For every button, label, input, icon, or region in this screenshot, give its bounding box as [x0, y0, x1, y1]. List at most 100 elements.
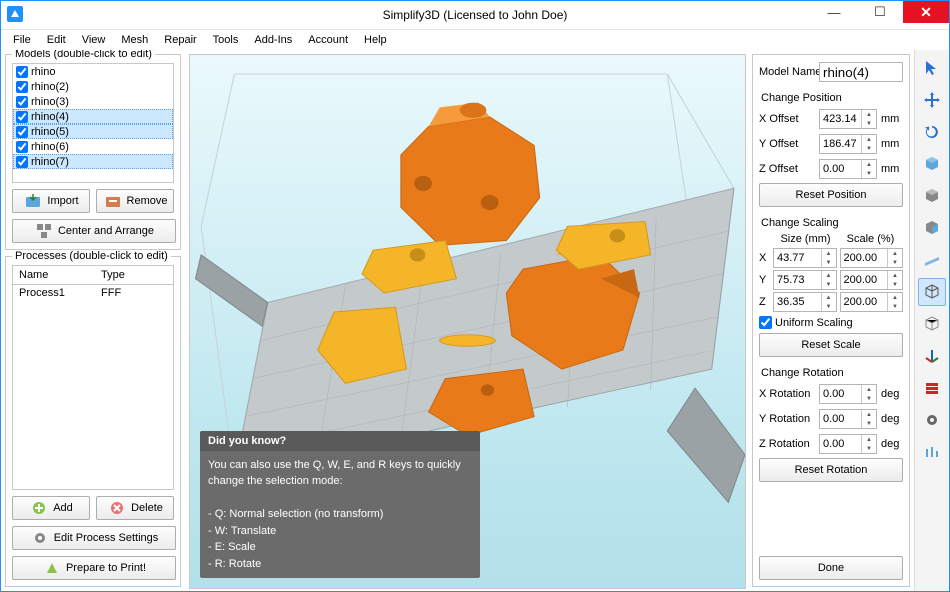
size-y-input[interactable]: ▲▼ [773, 270, 837, 290]
model-item[interactable]: rhino(2) [13, 79, 173, 94]
tip-intro: You can also use the Q, W, E, and R keys… [208, 457, 472, 490]
menu-addins[interactable]: Add-Ins [248, 32, 298, 48]
tool-view-face[interactable] [918, 214, 946, 242]
tool-view-shaded[interactable] [918, 182, 946, 210]
reset-scale-button[interactable]: Reset Scale [759, 333, 903, 357]
maximize-button[interactable]: ☐ [857, 1, 903, 23]
table-header: Name Type [13, 266, 173, 285]
size-z-input[interactable]: ▲▼ [773, 292, 837, 312]
col-type: Type [95, 269, 131, 281]
model-checkbox[interactable] [16, 126, 28, 138]
cursor-icon [923, 59, 941, 77]
model-item[interactable]: rhino [13, 64, 173, 79]
tool-axis[interactable] [918, 342, 946, 370]
axis-x-label: X [759, 252, 770, 264]
reset-position-button[interactable]: Reset Position [759, 183, 903, 207]
model-item[interactable]: rhino(6) [13, 139, 173, 154]
menu-help[interactable]: Help [358, 32, 393, 48]
supports-icon [923, 443, 941, 461]
menu-view[interactable]: View [76, 32, 112, 48]
x-rotation-input[interactable]: ▲▼ [819, 384, 877, 404]
tool-select[interactable] [918, 54, 946, 82]
uniform-scaling-checkbox[interactable] [759, 316, 772, 329]
cube-shaded-icon [923, 187, 941, 205]
menu-tools[interactable]: Tools [207, 32, 245, 48]
model-name: rhino(3) [31, 96, 69, 108]
cell-type: FFF [95, 287, 127, 299]
model-checkbox[interactable] [16, 111, 28, 123]
model-name-label: Model Name: [759, 66, 815, 78]
tool-rotate[interactable] [918, 118, 946, 146]
tool-layers[interactable] [918, 374, 946, 402]
cell-name: Process1 [13, 287, 95, 299]
model-name: rhino(6) [31, 141, 69, 153]
layers-icon [923, 379, 941, 397]
model-item[interactable]: rhino(7) [13, 154, 173, 169]
x-offset-input[interactable]: ▲▼ [819, 109, 877, 129]
minimize-button[interactable]: — [811, 1, 857, 23]
delete-process-button[interactable]: Delete [96, 496, 174, 520]
tip-line: - W: Translate [208, 523, 472, 540]
tool-move[interactable] [918, 86, 946, 114]
rotation-section-label: Change Rotation [761, 367, 903, 379]
models-list[interactable]: rhino rhino(2) rhino(3) rhino(4) rhino(5… [12, 63, 174, 183]
processes-table[interactable]: Name Type Process1 FFF [12, 265, 174, 490]
menu-mesh[interactable]: Mesh [115, 32, 154, 48]
done-button[interactable]: Done [759, 556, 903, 580]
model-checkbox[interactable] [16, 141, 28, 153]
prepare-to-print-button[interactable]: Prepare to Print! [12, 556, 176, 580]
col-name: Name [13, 269, 95, 281]
import-button[interactable]: Import [12, 189, 90, 213]
add-process-button[interactable]: Add [12, 496, 90, 520]
size-header: Size (mm) [773, 233, 838, 245]
tool-view-iso[interactable] [918, 310, 946, 338]
size-x-input[interactable]: ▲▼ [773, 248, 837, 268]
tool-view-solid[interactable] [918, 150, 946, 178]
y-offset-input[interactable]: ▲▼ [819, 134, 877, 154]
model-name: rhino(5) [31, 126, 69, 138]
menu-repair[interactable]: Repair [158, 32, 202, 48]
arrange-icon [34, 221, 54, 241]
z-rotation-input[interactable]: ▲▼ [819, 434, 877, 454]
tool-settings[interactable] [918, 406, 946, 434]
model-item[interactable]: rhino(3) [13, 94, 173, 109]
scale-x-input[interactable]: ▲▼ [840, 248, 904, 268]
axis-y-label: Y [759, 274, 770, 286]
model-name-input[interactable] [819, 62, 903, 82]
tool-view-wireframe[interactable] [918, 278, 946, 306]
model-checkbox[interactable] [16, 81, 28, 93]
cube-iso-icon [923, 315, 941, 333]
model-item[interactable]: rhino(4) [13, 109, 173, 124]
model-checkbox[interactable] [16, 156, 28, 168]
x-rotation-label: X Rotation [759, 388, 815, 400]
close-button[interactable]: ✕ [903, 1, 949, 23]
scale-y-input[interactable]: ▲▼ [840, 270, 904, 290]
processes-panel: Processes (double-click to edit) Name Ty… [5, 256, 181, 587]
tool-supports[interactable] [918, 438, 946, 466]
move-icon [923, 91, 941, 109]
y-rotation-input[interactable]: ▲▼ [819, 409, 877, 429]
model-name: rhino(4) [31, 111, 69, 123]
reset-rotation-button[interactable]: Reset Rotation [759, 458, 903, 482]
y-rotation-label: Y Rotation [759, 413, 815, 425]
menu-account[interactable]: Account [302, 32, 354, 48]
3d-viewport[interactable]: Did you know? You can also use the Q, W,… [189, 54, 746, 589]
edit-process-settings-button[interactable]: Edit Process Settings [12, 526, 176, 550]
menu-file[interactable]: File [7, 32, 37, 48]
model-checkbox[interactable] [16, 96, 28, 108]
remove-button[interactable]: Remove [96, 189, 174, 213]
tip-line: - E: Scale [208, 539, 472, 556]
print-icon [42, 558, 62, 578]
menu-bar: File Edit View Mesh Repair Tools Add-Ins… [1, 30, 949, 50]
cube-face-icon [923, 219, 941, 237]
center-arrange-button[interactable]: Center and Arrange [12, 219, 176, 243]
model-checkbox[interactable] [16, 66, 28, 78]
menu-edit[interactable]: Edit [41, 32, 72, 48]
scale-z-input[interactable]: ▲▼ [840, 292, 904, 312]
table-row[interactable]: Process1 FFF [13, 285, 173, 301]
z-offset-label: Z Offset [759, 163, 815, 175]
z-offset-input[interactable]: ▲▼ [819, 159, 877, 179]
tool-plane[interactable] [918, 246, 946, 274]
rotate-icon [923, 123, 941, 141]
model-item[interactable]: rhino(5) [13, 124, 173, 139]
